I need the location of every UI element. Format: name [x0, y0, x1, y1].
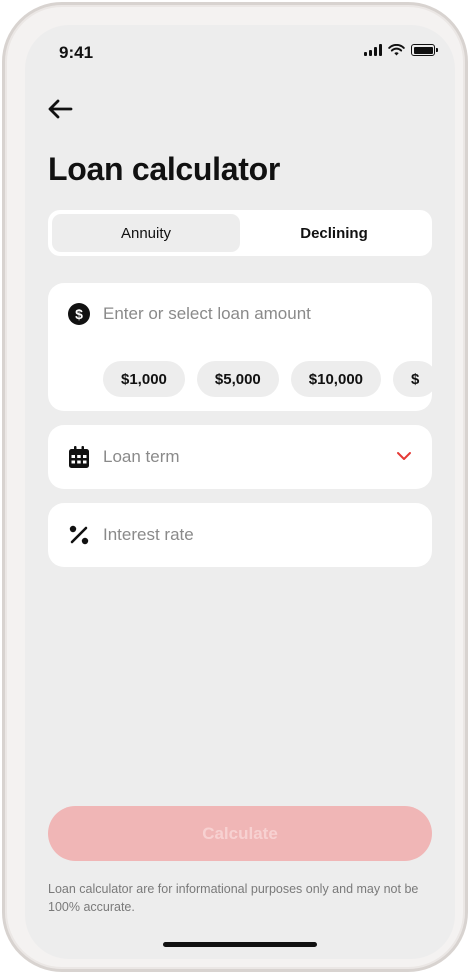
- battery-icon: [411, 44, 438, 56]
- back-arrow-icon: [48, 99, 73, 119]
- wifi-icon: [388, 44, 405, 56]
- interest-rate-row: Interest rate: [68, 524, 412, 546]
- status-icons: [364, 44, 438, 56]
- loan-amount-card: $ Enter or select loan amount $1,000 $5,…: [48, 283, 432, 411]
- chevron-down-icon[interactable]: [396, 450, 412, 462]
- amount-chip-10000[interactable]: $10,000: [290, 361, 382, 397]
- loan-amount-placeholder: Enter or select loan amount: [103, 304, 311, 323]
- loan-term-select[interactable]: Loan term: [48, 425, 432, 489]
- loan-amount-input[interactable]: $ Enter or select loan amount: [68, 303, 412, 325]
- back-button[interactable]: [47, 97, 77, 121]
- loan-term-placeholder: Loan term: [103, 447, 180, 466]
- status-time: 9:41: [59, 43, 94, 62]
- percent-icon: [68, 524, 90, 546]
- calendar-icon: [68, 446, 90, 468]
- loan-term-row: Loan term: [68, 446, 412, 468]
- tab-annuity[interactable]: Annuity: [52, 214, 240, 252]
- amount-presets: $1,000 $5,000 $10,000 $: [103, 361, 432, 397]
- app-screen: 9:41 Loan calculator Annuity Declining $…: [25, 25, 455, 959]
- disclaimer-text: Loan calculator are for informational pu…: [48, 882, 419, 914]
- amount-chip-more[interactable]: $: [393, 361, 432, 397]
- dollar-icon: $: [68, 303, 90, 325]
- home-indicator: [163, 942, 317, 947]
- interest-rate-placeholder: Interest rate: [103, 525, 194, 544]
- page-title: Loan calculator: [48, 151, 281, 187]
- svg-text:$: $: [75, 306, 83, 322]
- phone-frame: 9:41 Loan calculator Annuity Declining $…: [2, 2, 468, 972]
- amount-chip-5000[interactable]: $5,000: [196, 361, 279, 397]
- interest-rate-input[interactable]: Interest rate: [48, 503, 432, 567]
- calculation-type-tabs: Annuity Declining: [48, 210, 432, 256]
- calculate-button[interactable]: Calculate: [48, 806, 432, 861]
- signal-icon: [364, 44, 382, 56]
- tab-declining[interactable]: Declining: [240, 214, 428, 252]
- amount-chip-1000[interactable]: $1,000: [103, 361, 185, 397]
